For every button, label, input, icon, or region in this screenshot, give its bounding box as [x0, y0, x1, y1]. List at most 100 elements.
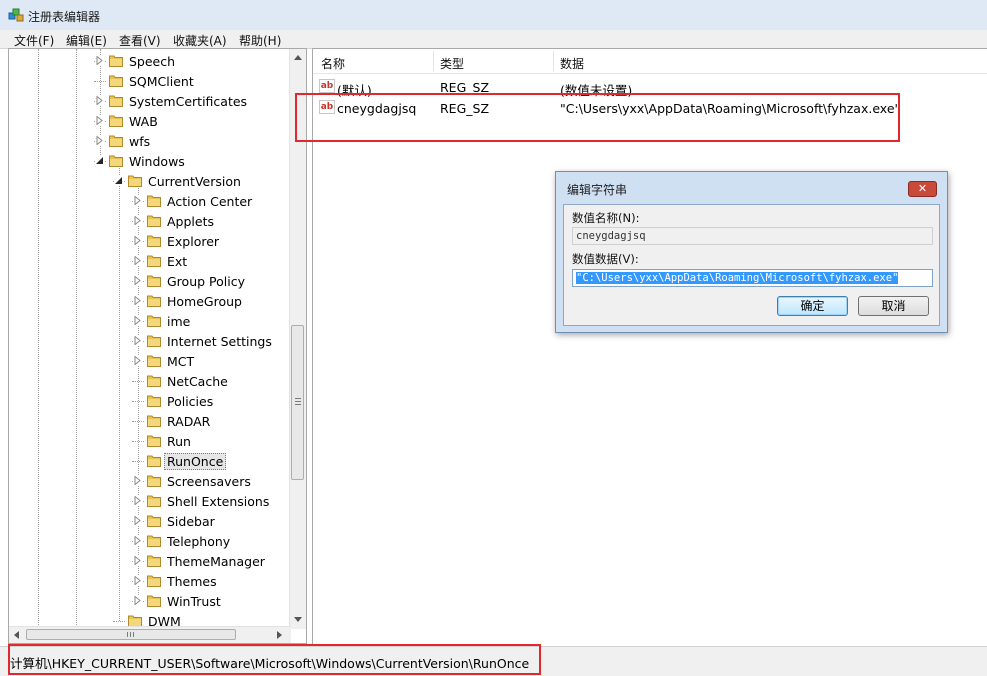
tree-node-label[interactable]: WAB — [129, 114, 158, 129]
edit-string-dialog[interactable]: 编辑字符串 ✕ 数值名称(N): cneygdagjsq 数值数据(V): "C… — [555, 171, 948, 333]
tree-node-ext[interactable]: Ext — [9, 251, 289, 271]
collapsed-arrow-icon[interactable] — [133, 576, 142, 585]
menu-help[interactable]: 帮助(H) — [239, 32, 281, 49]
tree-node-label[interactable]: Internet Settings — [167, 334, 272, 349]
tree-node-wab[interactable]: WAB — [9, 111, 289, 131]
tree-node-windows[interactable]: Windows — [9, 151, 289, 171]
tree-node-policies[interactable]: Policies — [9, 391, 289, 411]
tree-node-runonce[interactable]: RunOnce — [9, 451, 289, 471]
tree-node-label[interactable]: Telephony — [167, 534, 230, 549]
tree-node-telephony[interactable]: Telephony — [9, 531, 289, 551]
tree-node-label[interactable]: Sidebar — [167, 514, 215, 529]
collapsed-arrow-icon[interactable] — [133, 256, 142, 265]
column-separator[interactable] — [433, 51, 434, 71]
tree-node-label[interactable]: Windows — [129, 154, 185, 169]
dialog-close-button[interactable]: ✕ — [908, 181, 937, 197]
menu-file[interactable]: 文件(F) — [14, 32, 54, 49]
ok-button[interactable]: 确定 — [777, 296, 848, 316]
tree-node-label[interactable]: Explorer — [167, 234, 219, 249]
tree-node-currentversion[interactable]: CurrentVersion — [9, 171, 289, 191]
cancel-button[interactable]: 取消 — [858, 296, 929, 316]
collapsed-arrow-icon[interactable] — [133, 316, 142, 325]
tree-node-label[interactable]: SystemCertificates — [129, 94, 247, 109]
tree-node-label[interactable]: Run — [167, 434, 191, 449]
column-header-data[interactable]: 数据 — [560, 55, 584, 72]
collapsed-arrow-icon[interactable] — [133, 536, 142, 545]
tree-node-label[interactable]: Shell Extensions — [167, 494, 269, 509]
tree-node-label[interactable]: Ext — [167, 254, 187, 269]
collapsed-arrow-icon[interactable] — [133, 216, 142, 225]
collapsed-arrow-icon[interactable] — [133, 236, 142, 245]
collapsed-arrow-icon[interactable] — [95, 136, 104, 145]
tree-node-label[interactable]: Group Policy — [167, 274, 245, 289]
scroll-down-icon[interactable] — [294, 617, 302, 622]
tree-node-label[interactable]: Applets — [167, 214, 214, 229]
tree-node-systemcertificates[interactable]: SystemCertificates — [9, 91, 289, 111]
tree-node-mct[interactable]: MCT — [9, 351, 289, 371]
tree-node-label[interactable]: wfs — [129, 134, 150, 149]
tree-node-label[interactable]: ime — [167, 314, 190, 329]
value-data-input[interactable]: "C:\Users\yxx\AppData\Roaming\Microsoft\… — [572, 269, 933, 287]
scroll-up-icon[interactable] — [294, 55, 302, 60]
tree-node-label[interactable]: RunOnce — [164, 453, 227, 470]
tree-node-label[interactable]: Themes — [167, 574, 217, 589]
tree-node-sidebar[interactable]: Sidebar — [9, 511, 289, 531]
tree-vertical-scroll-thumb[interactable] — [291, 325, 304, 480]
tree-node-shell-extensions[interactable]: Shell Extensions — [9, 491, 289, 511]
tree-horizontal-scrollbar[interactable] — [9, 626, 291, 643]
collapsed-arrow-icon[interactable] — [133, 276, 142, 285]
tree-node-themes[interactable]: Themes — [9, 571, 289, 591]
collapsed-arrow-icon[interactable] — [95, 96, 104, 105]
menu-favorites[interactable]: 收藏夹(A) — [173, 32, 227, 49]
tree-node-internet-settings[interactable]: Internet Settings — [9, 331, 289, 351]
tree-node-wintrust[interactable]: WinTrust — [9, 591, 289, 611]
collapsed-arrow-icon[interactable] — [95, 56, 104, 65]
menu-view[interactable]: 查看(V) — [119, 32, 161, 49]
tree-node-label[interactable]: HomeGroup — [167, 294, 242, 309]
tree-node-homegroup[interactable]: HomeGroup — [9, 291, 289, 311]
tree-node-speech[interactable]: Speech — [9, 51, 289, 71]
tree-node-netcache[interactable]: NetCache — [9, 371, 289, 391]
tree-node-action-center[interactable]: Action Center — [9, 191, 289, 211]
scroll-right-icon[interactable] — [277, 631, 282, 639]
tree-node-radar[interactable]: RADAR — [9, 411, 289, 431]
collapsed-arrow-icon[interactable] — [133, 496, 142, 505]
tree-node-run[interactable]: Run — [9, 431, 289, 451]
collapsed-arrow-icon[interactable] — [95, 116, 104, 125]
tree-node-label[interactable]: SQMClient — [129, 74, 194, 89]
expanded-arrow-icon[interactable] — [95, 156, 104, 165]
tree-node-label[interactable]: Speech — [129, 54, 175, 69]
collapsed-arrow-icon[interactable] — [133, 336, 142, 345]
collapsed-arrow-icon[interactable] — [133, 516, 142, 525]
registry-tree[interactable]: Speech SQMClient SystemCertificates WAB wfs W… — [9, 49, 291, 629]
collapsed-arrow-icon[interactable] — [133, 476, 142, 485]
collapsed-arrow-icon[interactable] — [133, 556, 142, 565]
tree-node-thememanager[interactable]: ThemeManager — [9, 551, 289, 571]
collapsed-arrow-icon[interactable] — [133, 296, 142, 305]
tree-node-group-policy[interactable]: Group Policy — [9, 271, 289, 291]
tree-node-ime[interactable]: ime — [9, 311, 289, 331]
tree-node-explorer[interactable]: Explorer — [9, 231, 289, 251]
tree-node-label[interactable]: MCT — [167, 354, 194, 369]
tree-node-label[interactable]: Screensavers — [167, 474, 251, 489]
tree-node-screensavers[interactable]: Screensavers — [9, 471, 289, 491]
collapsed-arrow-icon[interactable] — [133, 596, 142, 605]
tree-node-label[interactable]: NetCache — [167, 374, 228, 389]
tree-node-label[interactable]: RADAR — [167, 414, 210, 429]
collapsed-arrow-icon[interactable] — [133, 356, 142, 365]
column-header-type[interactable]: 类型 — [440, 55, 464, 72]
tree-node-sqmclient[interactable]: SQMClient — [9, 71, 289, 91]
tree-horizontal-scroll-thumb[interactable] — [26, 629, 236, 640]
scroll-left-icon[interactable] — [14, 631, 19, 639]
registry-tree-pane[interactable]: Speech SQMClient SystemCertificates WAB wfs W… — [8, 48, 307, 644]
tree-node-label[interactable]: ThemeManager — [167, 554, 265, 569]
tree-node-label[interactable]: Action Center — [167, 194, 252, 209]
tree-node-applets[interactable]: Applets — [9, 211, 289, 231]
expanded-arrow-icon[interactable] — [114, 176, 123, 185]
column-separator[interactable] — [553, 51, 554, 71]
menu-edit[interactable]: 编辑(E) — [66, 32, 107, 49]
tree-node-label[interactable]: Policies — [167, 394, 213, 409]
tree-node-label[interactable]: CurrentVersion — [148, 174, 241, 189]
tree-node-wfs[interactable]: wfs — [9, 131, 289, 151]
column-header-name[interactable]: 名称 — [321, 55, 345, 72]
